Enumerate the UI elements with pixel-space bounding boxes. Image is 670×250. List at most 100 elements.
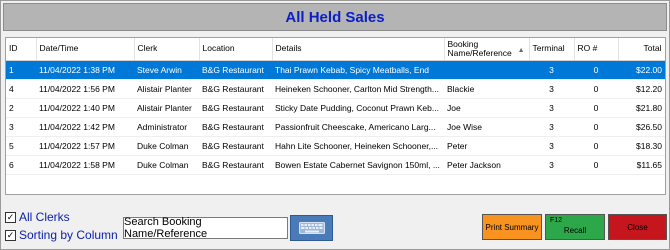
column-header-label: Total: [643, 43, 662, 54]
cell-id: 5: [6, 136, 36, 156]
column-header-booking[interactable]: Booking Name/Reference ▲: [444, 38, 530, 61]
column-header-details[interactable]: Details: [272, 38, 445, 61]
cell-datetime: 11/04/2022 1:40 PM: [36, 98, 134, 118]
table-body: 1 11/04/2022 1:38 PM Steve Arwin B&G Restau…: [6, 60, 665, 175]
column-header-clerk[interactable]: Clerk: [134, 38, 200, 61]
cell-ro: 0: [574, 155, 618, 175]
on-screen-keyboard-button[interactable]: [290, 215, 333, 241]
cell-booking: Peter: [444, 136, 529, 156]
column-header-total[interactable]: Total: [618, 38, 665, 61]
table-row[interactable]: 1 11/04/2022 1:38 PM Steve Arwin B&G Restau…: [6, 60, 665, 80]
cell-location: B&G Restaurant: [199, 79, 272, 99]
cell-booking: Joe: [444, 98, 529, 118]
cell-ro: 0: [574, 117, 618, 137]
cell-details: Passionfruit Cheescake, Americano Larg..…: [272, 117, 444, 137]
cell-datetime: 11/04/2022 1:38 PM: [36, 60, 134, 80]
recall-shortcut-label: F12: [550, 217, 563, 224]
column-header-label: Location: [202, 43, 235, 54]
cell-ro: 0: [574, 136, 618, 156]
cell-booking: Joe Wise: [444, 117, 529, 137]
cell-details: Sticky Date Pudding, Coconut Prawn Keb..…: [272, 98, 444, 118]
cell-total: $21.80: [618, 98, 665, 118]
cell-location: B&G Restaurant: [199, 60, 272, 80]
cell-id: 3: [6, 117, 36, 137]
column-header-label: ID: [9, 43, 18, 54]
sort-ascending-icon: ▲: [517, 47, 525, 54]
cell-datetime: 11/04/2022 1:42 PM: [36, 117, 134, 137]
cell-clerk: Duke Colman: [134, 155, 199, 175]
cell-total: $18.30: [618, 136, 665, 156]
print-summary-button[interactable]: Print Summary: [482, 214, 542, 240]
column-header-label: RO #: [577, 43, 598, 54]
sorting-by-column-label: Sorting by Column: [19, 228, 118, 242]
cell-terminal: 3: [529, 79, 574, 99]
cell-details: Bowen Estate Cabernet Savignon 150ml, ..…: [272, 155, 444, 175]
cell-ro: 0: [574, 98, 618, 118]
cell-id: 1: [6, 60, 36, 80]
table-header-row: ID Date/Time Clerk Location Details Booking N…: [6, 38, 665, 61]
cell-ro: 0: [574, 79, 618, 99]
table-row[interactable]: 2 11/04/2022 1:40 PM Alistair Planter B&G R…: [6, 98, 665, 118]
close-label: Close: [627, 222, 648, 232]
cell-terminal: 3: [529, 117, 574, 137]
cell-total: $11.65: [618, 155, 665, 175]
cell-clerk: Alistair Planter: [134, 79, 199, 99]
cell-booking: Blackie: [444, 79, 529, 99]
cell-location: B&G Restaurant: [199, 155, 272, 175]
cell-datetime: 11/04/2022 1:58 PM: [36, 155, 134, 175]
cell-terminal: 3: [529, 98, 574, 118]
sorting-by-column-checkbox[interactable]: ✓ Sorting by Column: [5, 228, 118, 242]
cell-total: $12.20: [618, 79, 665, 99]
cell-ro: 0: [574, 60, 618, 80]
column-header-label: Terminal: [532, 43, 565, 54]
cell-clerk: Steve Arwin: [134, 60, 199, 80]
column-header-label: Booking Name/Reference: [447, 38, 512, 58]
recall-button[interactable]: F12 Recall: [545, 214, 605, 240]
checkbox-check-icon: ✓: [5, 211, 16, 223]
column-header-terminal[interactable]: Terminal: [529, 38, 575, 61]
title-bar: All Held Sales: [3, 3, 667, 31]
cell-booking: [444, 60, 529, 80]
cell-id: 2: [6, 98, 36, 118]
cell-location: B&G Restaurant: [199, 98, 272, 118]
column-header-ro[interactable]: RO #: [574, 38, 619, 61]
column-header-location[interactable]: Location: [199, 38, 273, 61]
cell-total: $22.00: [618, 60, 665, 80]
cell-location: B&G Restaurant: [199, 117, 272, 137]
column-header-label: Details: [275, 43, 302, 54]
search-booking-button[interactable]: Search Booking Name/Reference: [123, 216, 288, 240]
held-sales-window: All Held Sales ID Date/Time Clerk Location D…: [0, 0, 670, 250]
cell-total: $26.50: [618, 117, 665, 137]
table-row[interactable]: 4 11/04/2022 1:56 PM Alistair Planter B&G R…: [6, 79, 665, 99]
cell-id: 4: [6, 79, 36, 99]
cell-details: Heineken Schooner, Carlton Mid Strength.…: [272, 79, 444, 99]
all-clerks-checkbox[interactable]: ✓ All Clerks: [5, 210, 70, 224]
cell-datetime: 11/04/2022 1:56 PM: [36, 79, 134, 99]
column-header-label: Clerk: [137, 43, 158, 54]
column-header-datetime[interactable]: Date/Time: [36, 38, 135, 61]
cell-terminal: 3: [529, 155, 574, 175]
cell-location: B&G Restaurant: [199, 136, 272, 156]
cell-details: Hahn Lite Schooner, Heineken Schooner,..…: [272, 136, 444, 156]
cell-details: Thai Prawn Kebab, Spicy Meatballs, End: [272, 60, 444, 80]
search-booking-label: Search Booking Name/Reference: [124, 216, 208, 240]
keyboard-icon: [298, 222, 325, 234]
recall-label: Recall: [563, 225, 587, 235]
table-row[interactable]: 3 11/04/2022 1:42 PM Administrator B&G Rest…: [6, 117, 665, 137]
close-button[interactable]: Close: [608, 214, 667, 240]
cell-datetime: 11/04/2022 1:57 PM: [36, 136, 134, 156]
cell-clerk: Alistair Planter: [134, 98, 199, 118]
column-header-id[interactable]: ID: [6, 38, 37, 61]
held-sales-table[interactable]: ID Date/Time Clerk Location Details Booking N…: [5, 37, 666, 195]
cell-booking: Peter Jackson: [444, 155, 529, 175]
cell-terminal: 3: [529, 60, 574, 80]
checkbox-check-icon: ✓: [5, 229, 16, 241]
table-row[interactable]: 5 11/04/2022 1:57 PM Duke Colman B&G Restau…: [6, 136, 665, 156]
cell-clerk: Duke Colman: [134, 136, 199, 156]
print-summary-label: Print Summary: [485, 222, 539, 232]
cell-terminal: 3: [529, 136, 574, 156]
all-clerks-label: All Clerks: [19, 210, 70, 224]
cell-id: 6: [6, 155, 36, 175]
table-row[interactable]: 6 11/04/2022 1:58 PM Duke Colman B&G Restau…: [6, 155, 665, 175]
window-title: All Held Sales: [285, 8, 385, 26]
